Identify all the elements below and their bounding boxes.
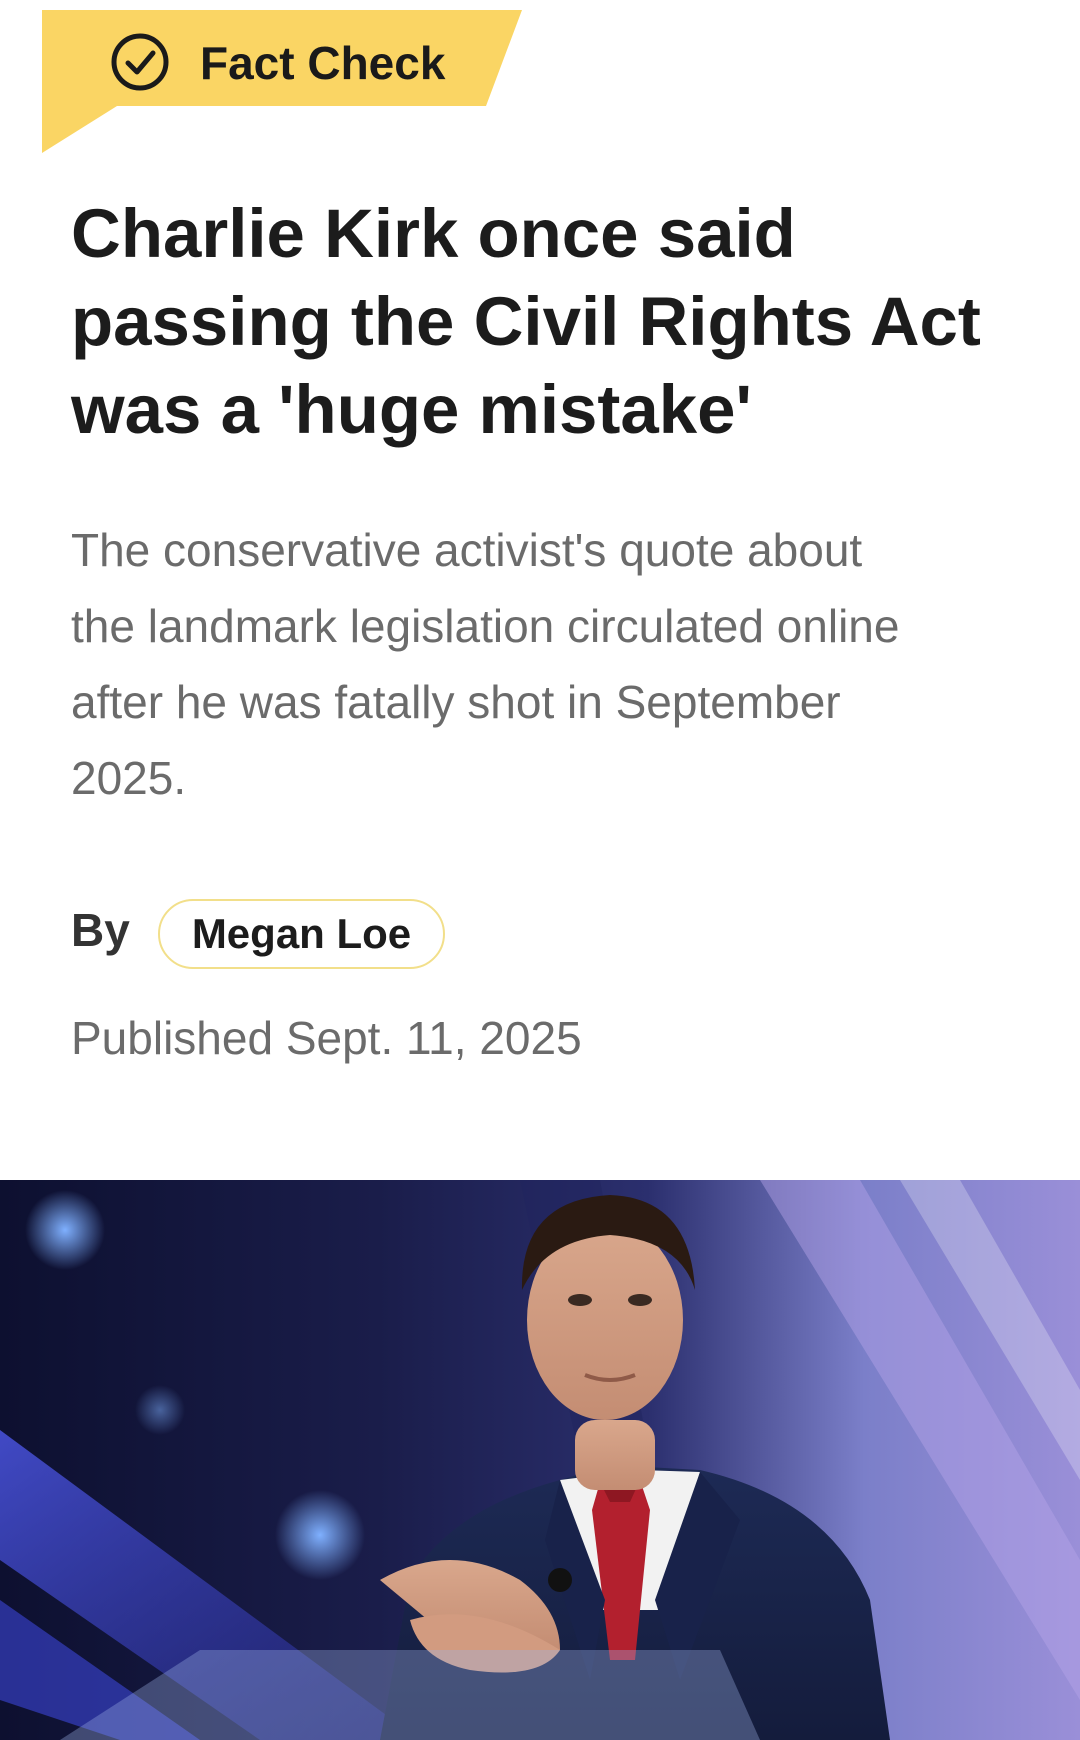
author-link[interactable]: Megan Loe — [157, 899, 446, 969]
headline-line: passing the Civil Rights Act — [71, 283, 981, 360]
byline: By Megan Loe — [71, 897, 446, 971]
headline-line: Charlie Kirk once said — [71, 195, 796, 272]
hero-photo-illustration — [0, 1180, 1080, 1740]
badge-label: Fact Check — [200, 37, 446, 89]
summary-line: the landmark legislation circulated onli… — [71, 600, 900, 652]
by-label: By — [71, 904, 130, 956]
summary-line: 2025. — [71, 752, 187, 804]
summary-line: after he was fatally shot in September — [71, 676, 841, 728]
check-circle-icon — [111, 33, 169, 91]
hero-photo[interactable] — [0, 1180, 1080, 1740]
fact-check-badge[interactable]: Fact Check — [42, 10, 522, 153]
summary-line: The conservative activist's quote about — [71, 524, 863, 576]
article-summary: The conservative activist's quote about … — [71, 512, 1031, 816]
headline-line: was a 'huge mistake' — [71, 371, 752, 448]
published-date: Published Sept. 11, 2025 — [71, 1012, 582, 1064]
article-headline: Charlie Kirk once said passing the Civil… — [71, 190, 1031, 454]
